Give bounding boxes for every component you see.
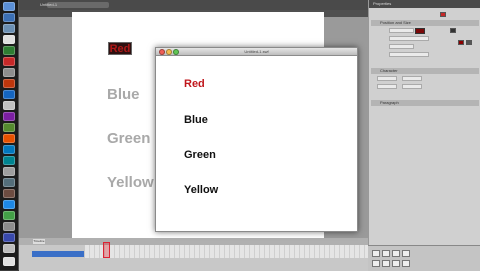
- tool-button[interactable]: [402, 250, 410, 257]
- app-icon[interactable]: [3, 211, 15, 220]
- tool-button[interactable]: [382, 250, 390, 257]
- app-icon[interactable]: [3, 156, 15, 165]
- app-icon[interactable]: [3, 222, 15, 231]
- color-chip[interactable]: [466, 40, 472, 45]
- preview-item-green[interactable]: Green: [184, 149, 216, 161]
- app-icon[interactable]: [3, 178, 15, 187]
- timeline-frames[interactable]: [85, 245, 368, 258]
- timeline-header: [19, 238, 368, 245]
- preview-window-titlebar[interactable]: Untitled-1.swf: [156, 48, 357, 56]
- property-field[interactable]: [389, 52, 429, 57]
- calendar-icon[interactable]: [3, 35, 15, 44]
- document-tab-label: Untitled-1: [40, 2, 58, 7]
- properties-panel-titlebar: Properties: [369, 0, 480, 8]
- app-icon[interactable]: [3, 167, 15, 176]
- app-icon[interactable]: [3, 79, 15, 88]
- browser-icon[interactable]: [3, 13, 15, 22]
- tool-button[interactable]: [372, 260, 380, 267]
- itunes-icon[interactable]: [3, 57, 15, 66]
- dock: [0, 0, 19, 270]
- stage-label-blue[interactable]: Blue: [107, 86, 140, 103]
- app-icon[interactable]: [3, 145, 15, 154]
- selected-text-field[interactable]: Red: [108, 42, 132, 55]
- app-icon[interactable]: [3, 112, 15, 121]
- section-character[interactable]: Character: [371, 68, 479, 74]
- trash-icon[interactable]: [3, 257, 15, 266]
- tool-button[interactable]: [382, 260, 390, 267]
- tool-button[interactable]: [392, 260, 400, 267]
- app-icon[interactable]: [3, 90, 15, 99]
- stage-label-yellow[interactable]: Yellow: [107, 174, 154, 191]
- property-field[interactable]: [377, 76, 397, 81]
- property-field[interactable]: [389, 36, 429, 41]
- tool-button[interactable]: [392, 250, 400, 257]
- app-icon[interactable]: [3, 244, 15, 253]
- timeline-layer-row[interactable]: [32, 251, 84, 257]
- color-chip[interactable]: [450, 28, 456, 33]
- preview-item-blue[interactable]: Blue: [184, 114, 208, 126]
- playhead[interactable]: [103, 242, 110, 258]
- finder-icon[interactable]: [3, 2, 15, 11]
- app-icon[interactable]: [3, 189, 15, 198]
- timeline-tab[interactable]: Timeline: [33, 239, 45, 244]
- preview-item-yellow[interactable]: Yellow: [184, 184, 218, 196]
- stage-label-green[interactable]: Green: [107, 130, 150, 147]
- app-icon[interactable]: [3, 123, 15, 132]
- properties-panel-title: Properties: [373, 1, 392, 6]
- mail-icon[interactable]: [3, 24, 15, 33]
- preview-window-title: Untitled-1.swf: [244, 49, 269, 54]
- section-position-size[interactable]: Position and Size: [371, 20, 479, 26]
- property-field[interactable]: [402, 84, 422, 89]
- property-field[interactable]: [389, 44, 414, 49]
- text-color-swatch[interactable]: [415, 28, 425, 34]
- color-chip[interactable]: [440, 12, 446, 17]
- preview-item-red[interactable]: Red: [184, 78, 205, 90]
- section-paragraph[interactable]: Paragraph: [371, 100, 479, 106]
- property-field[interactable]: [389, 28, 414, 33]
- color-chip[interactable]: [458, 40, 464, 45]
- photos-icon[interactable]: [3, 46, 15, 55]
- property-field[interactable]: [402, 76, 422, 81]
- app-icon[interactable]: [3, 233, 15, 242]
- app-icon[interactable]: [3, 68, 15, 77]
- app-icon[interactable]: [3, 200, 15, 209]
- tools-panel: [368, 245, 480, 271]
- preview-window: Untitled-1.swf Red Blue Green Yellow: [155, 47, 358, 232]
- tool-button[interactable]: [372, 250, 380, 257]
- app-icon[interactable]: [3, 101, 15, 110]
- app-icon[interactable]: [3, 134, 15, 143]
- tool-button[interactable]: [402, 260, 410, 267]
- property-field[interactable]: [377, 84, 397, 89]
